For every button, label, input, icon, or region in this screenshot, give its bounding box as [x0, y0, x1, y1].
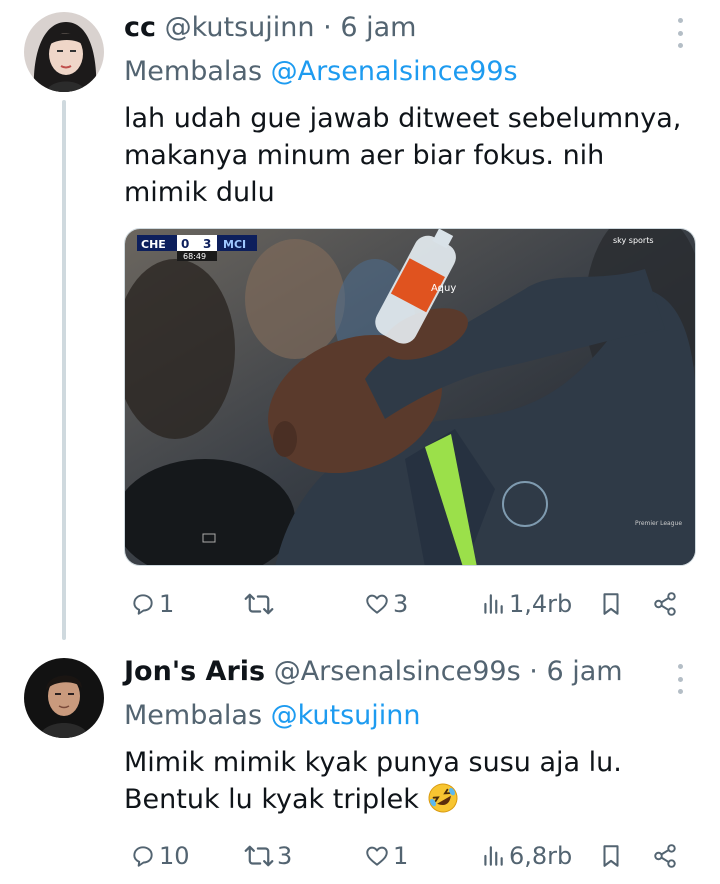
tweet-text-line: lah udah gue jawab ditweet sebelumnya, [124, 103, 682, 134]
tweet-cc[interactable]: cc @kutsujinn · 6 jam Membalas @Arsenals… [0, 0, 720, 640]
bookmark-button[interactable] [598, 836, 624, 876]
tweet-text-line: Bentuk lu kyak triplek [124, 784, 419, 815]
retweet-button[interactable] [244, 584, 277, 624]
tweet-header: Jon's Aris @Arsenalsince99s · 6 jam [124, 656, 623, 687]
tweet-actions: 1 3 1,4rb [124, 584, 696, 624]
share-button[interactable] [652, 584, 678, 624]
handle[interactable]: @Arsenalsince99s [274, 656, 521, 687]
bottle-label: Aquy [431, 283, 456, 294]
timestamp[interactable]: 6 jam [340, 12, 416, 43]
share-button[interactable] [652, 836, 678, 876]
reply-count: 10 [159, 842, 190, 870]
thread-line [62, 100, 66, 640]
tweet-text: Mimik mimik kyak punya susu aja lu. Bent… [124, 744, 704, 818]
like-button[interactable]: 1 [364, 836, 408, 876]
bookmark-icon [603, 845, 619, 867]
more-options-icon[interactable] [676, 18, 684, 48]
score-away-goals: 3 [203, 237, 211, 251]
views-chart-icon [484, 846, 503, 866]
score-home-goals: 0 [181, 237, 189, 251]
views-chart-icon [484, 594, 503, 614]
replying-to: Membalas @Arsenalsince99s [124, 56, 518, 87]
retweet-button[interactable]: 3 [244, 836, 292, 876]
view-count: 6,8rb [509, 842, 573, 870]
timestamp[interactable]: 6 jam [546, 656, 622, 687]
retweet-icon [244, 593, 274, 615]
separator-dot: · [529, 656, 538, 687]
tweet-actions: 10 3 1 6,8rb [124, 836, 696, 876]
reply-icon [133, 594, 153, 615]
tweet-header: cc @kutsujinn · 6 jam [124, 12, 416, 43]
avatar[interactable] [24, 658, 104, 738]
tweet-media-image[interactable]: Aquy CHE 0 3 MCI 68:49 sky sports Premie… [124, 228, 696, 566]
tweet-text-line: Mimik mimik kyak punya susu aja lu. [124, 747, 622, 778]
tweet-text-line: mimik dulu [124, 177, 275, 208]
share-icon [654, 592, 676, 616]
handle[interactable]: @kutsujinn [165, 12, 315, 43]
replying-to: Membalas @kutsujinn [124, 700, 421, 731]
like-count: 3 [393, 590, 409, 618]
replying-to-link[interactable]: @kutsujinn [271, 700, 421, 731]
watermark: Premier League [635, 520, 682, 527]
bookmark-button[interactable] [598, 584, 624, 624]
views-button[interactable]: 6,8rb [480, 836, 572, 876]
heart-icon [366, 594, 388, 614]
retweet-count: 3 [277, 842, 293, 870]
separator-dot: · [323, 12, 332, 43]
replying-label: Membalas [124, 56, 263, 87]
reply-icon [133, 846, 153, 867]
reply-button[interactable]: 10 [130, 836, 190, 876]
reply-count: 1 [159, 590, 175, 618]
tweet-text-line: makanya minum aer biar fokus. nih [124, 140, 605, 171]
retweet-icon [244, 845, 274, 867]
match-clock: 68:49 [183, 252, 206, 261]
replying-label: Membalas [124, 700, 263, 731]
media-photo: Aquy CHE 0 3 MCI 68:49 sky sports Premie… [125, 229, 695, 565]
more-options-icon[interactable] [676, 664, 684, 694]
bookmark-icon [603, 593, 619, 615]
score-away-team: MCI [223, 238, 246, 251]
rofl-emoji-icon [428, 783, 458, 813]
display-name[interactable]: Jon's Aris [124, 656, 265, 687]
views-button[interactable]: 1,4rb [480, 584, 572, 624]
heart-icon [366, 846, 388, 866]
share-icon [654, 844, 676, 868]
tweet-text: lah udah gue jawab ditweet sebelumnya, m… [124, 100, 704, 211]
broadcaster-logo: sky sports [613, 236, 654, 245]
tweet-jons-aris[interactable]: Jon's Aris @Arsenalsince99s · 6 jam Memb… [0, 640, 720, 884]
like-button[interactable]: 3 [364, 584, 408, 624]
display-name[interactable]: cc [124, 12, 156, 43]
reply-button[interactable]: 1 [130, 584, 174, 624]
view-count: 1,4rb [509, 590, 573, 618]
like-count: 1 [393, 842, 409, 870]
replying-to-link[interactable]: @Arsenalsince99s [271, 56, 518, 87]
avatar[interactable] [24, 12, 104, 92]
score-home-team: CHE [141, 238, 166, 251]
